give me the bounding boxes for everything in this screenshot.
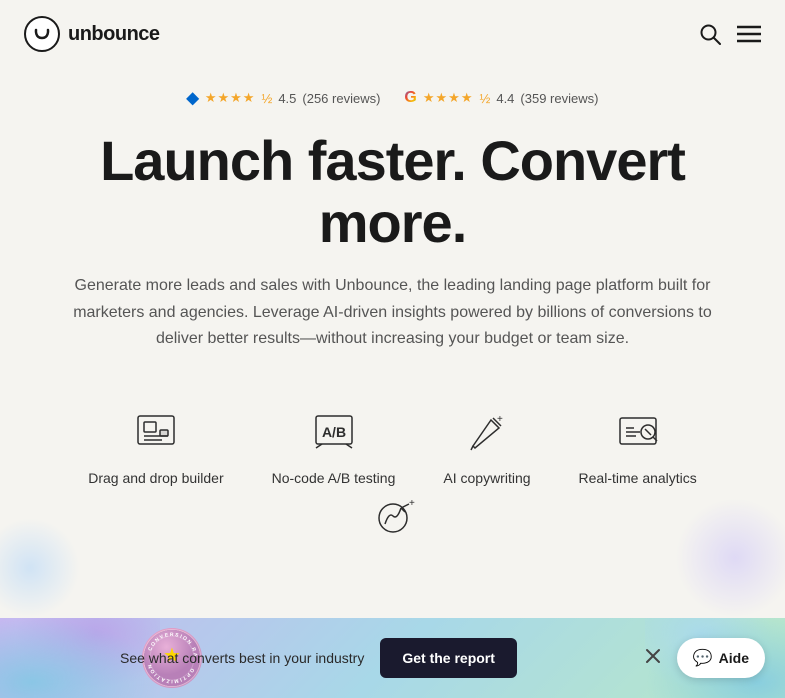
ai-copy-label: AI copywriting [443,470,530,486]
header-actions [699,23,761,45]
hero-description: Generate more leads and sales with Unbou… [73,273,713,352]
analytics-icon-wrap [614,408,662,456]
aide-button[interactable]: 💬 Aide [677,638,765,678]
svg-text:+: + [497,414,503,425]
banner-text: See what converts best in your industry [120,650,364,666]
logo-text: unbounce [68,23,160,46]
smart-traffic-icon: + [371,496,415,540]
capterra-logo-icon: ◆ [187,88,199,108]
feature-smart-traffic: + [369,494,417,542]
feature-drag-drop: Drag and drop builder [88,408,223,486]
google-rating: G ★★★★½ 4.4 (359 reviews) [404,89,598,107]
aide-label: Aide [719,650,749,666]
ratings-row: ◆ ★★★★½ 4.5 (256 reviews) G ★★★★½ 4.4 (3… [0,88,785,108]
bottom-banner: CONVERSION RATE OPTIMIZATION ★ See what … [0,618,785,698]
aide-icon: 💬 [693,648,713,668]
banner-close-button[interactable] [641,644,665,673]
ai-copywriting-icon: + [465,410,509,454]
close-icon [645,648,661,664]
banner-right: 💬 Aide [641,638,765,678]
banner-content: See what converts best in your industry … [120,638,517,678]
hero-section: Launch faster. Convert more. Generate mo… [0,120,785,372]
capterra-reviews: (256 reviews) [302,91,380,106]
drag-drop-label: Drag and drop builder [88,470,223,486]
hamburger-icon [737,25,761,43]
get-report-button[interactable]: Get the report [380,638,517,678]
drag-drop-icon [134,410,178,454]
features-row: Drag and drop builder A/B No-code A/B te… [0,408,785,486]
capterra-score: 4.5 [278,91,296,106]
google-score: 4.4 [496,91,514,106]
google-logo-icon: G [404,89,416,107]
search-icon [699,23,721,45]
features-row-2: + [0,494,785,542]
search-button[interactable] [699,23,721,45]
smart-traffic-icon-wrap: + [369,494,417,542]
feature-analytics: Real-time analytics [579,408,697,486]
analytics-icon [616,410,660,454]
ab-testing-label: No-code A/B testing [272,470,396,486]
ai-copy-icon-wrap: + [463,408,511,456]
unbounce-logo-icon [24,16,60,52]
analytics-label: Real-time analytics [579,470,697,486]
google-reviews: (359 reviews) [520,91,598,106]
svg-text:A/B: A/B [321,424,345,440]
feature-ai-copy: + AI copywriting [443,408,530,486]
header: unbounce [0,0,785,68]
capterra-rating: ◆ ★★★★½ 4.5 (256 reviews) [187,88,381,108]
ab-testing-icon: A/B [312,410,356,454]
hero-title: Launch faster. Convert more. [60,130,725,253]
feature-ab-testing: A/B No-code A/B testing [272,408,396,486]
logo[interactable]: unbounce [24,16,160,52]
menu-button[interactable] [737,25,761,43]
svg-text:+: + [409,498,415,509]
drag-drop-icon-wrap [132,408,180,456]
ab-testing-icon-wrap: A/B [310,408,358,456]
